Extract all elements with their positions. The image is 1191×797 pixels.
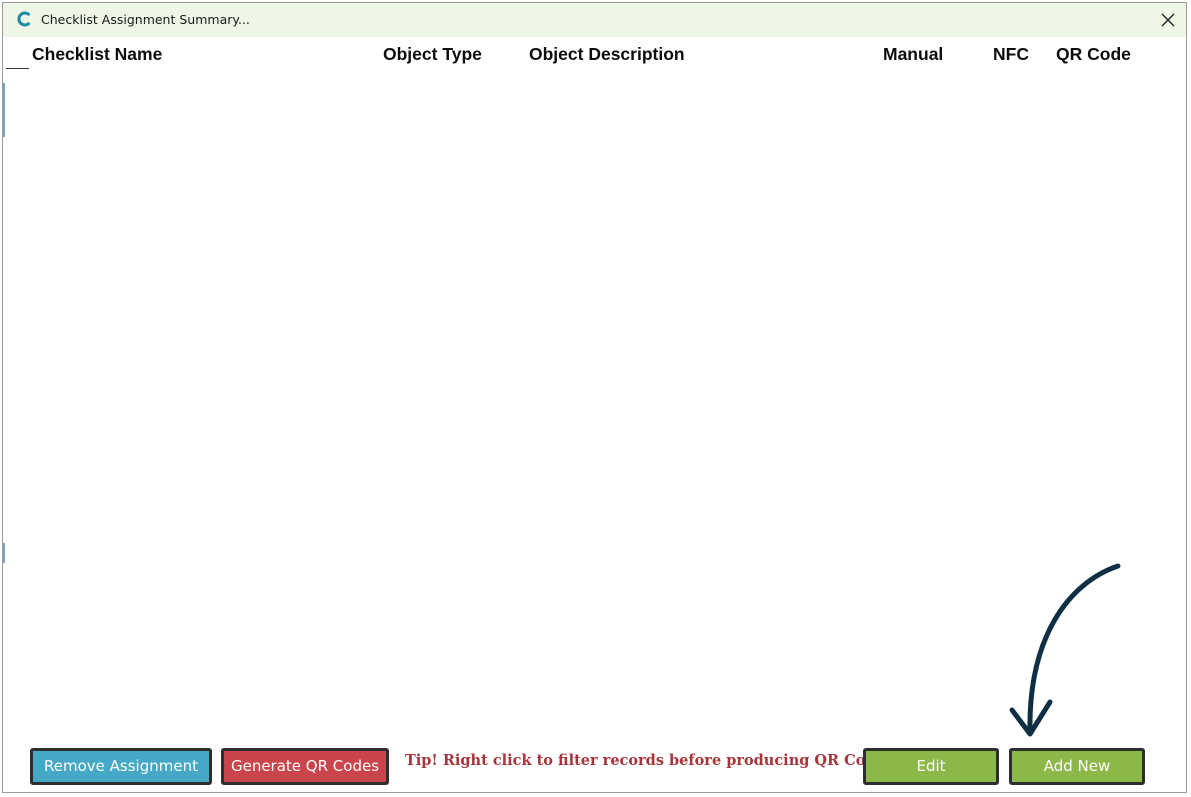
add-new-button[interactable]: Add New — [1009, 748, 1145, 785]
window-title: Checklist Assignment Summary... — [41, 12, 250, 27]
grid-body[interactable] — [3, 71, 1186, 741]
grid-header: Checklist Name Object Type Object Descri… — [3, 37, 1186, 71]
checklist-assignment-window: Checklist Assignment Summary... Checklis… — [2, 2, 1187, 793]
column-header-object-type[interactable]: Object Type — [383, 44, 482, 65]
remove-assignment-button[interactable]: Remove Assignment — [30, 748, 212, 785]
generate-qr-codes-button[interactable]: Generate QR Codes — [221, 748, 389, 785]
left-edge-mark — [3, 543, 5, 563]
column-header-checklist-name[interactable]: Checklist Name — [32, 44, 162, 65]
close-button[interactable] — [1156, 8, 1180, 32]
tip-text: Tip! Right click to filter records befor… — [405, 752, 893, 769]
header-divider — [6, 68, 29, 69]
column-header-nfc[interactable]: NFC — [993, 44, 1029, 65]
edit-button[interactable]: Edit — [863, 748, 999, 785]
left-edge-mark — [3, 83, 5, 137]
title-bar: Checklist Assignment Summary... — [3, 3, 1186, 37]
column-header-object-description[interactable]: Object Description — [529, 44, 685, 65]
close-icon — [1161, 13, 1175, 27]
column-header-manual[interactable]: Manual — [883, 44, 943, 65]
column-header-qr-code[interactable]: QR Code — [1056, 44, 1131, 65]
app-logo-icon — [16, 11, 32, 27]
